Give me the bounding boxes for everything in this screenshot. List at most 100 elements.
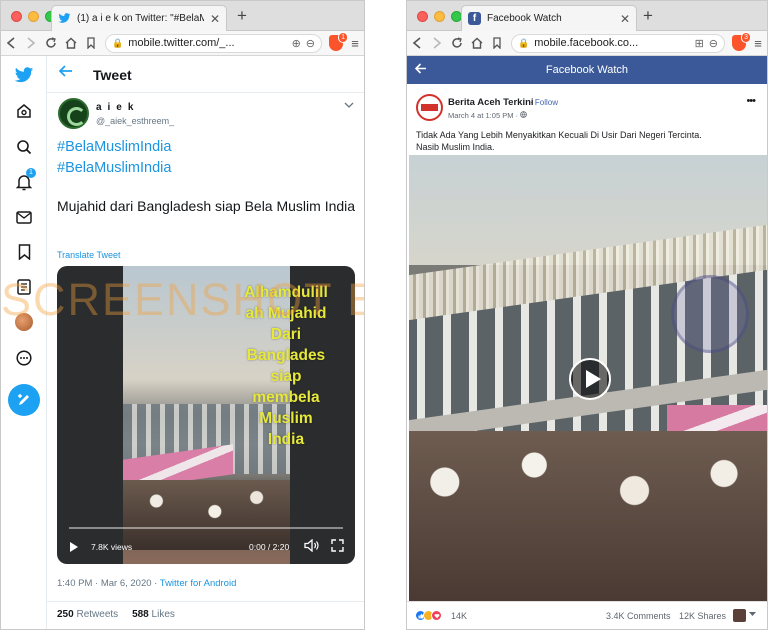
video-crowd: [409, 431, 767, 601]
browser-toolbar: 🔒 mobile.facebook.co... ⊞ ⊖ 3 ≡: [407, 31, 767, 56]
back-arrow-icon[interactable]: [58, 64, 73, 82]
tab-strip: f Facebook Watch ✕ +: [407, 1, 767, 31]
play-icon[interactable]: [69, 541, 79, 556]
tab-close-icon[interactable]: ✕: [620, 12, 630, 26]
facebook-browser-window: f Facebook Watch ✕ + 🔒 mobile.facebook.c…: [406, 0, 768, 630]
tweet-text: Mujahid dari Bangladesh siap Bela Muslim…: [57, 198, 356, 214]
zoom-icon[interactable]: ⊖: [709, 37, 718, 50]
add-bookmark-icon[interactable]: ⊕: [292, 37, 301, 50]
follow-button[interactable]: · Follow: [530, 98, 558, 107]
hashtag-link[interactable]: #BelaMuslimIndia: [57, 160, 171, 176]
translate-icon[interactable]: ⊞: [695, 37, 704, 50]
close-window-button[interactable]: [11, 11, 22, 22]
tab-close-icon[interactable]: ✕: [210, 12, 220, 26]
menu-icon[interactable]: ≡: [749, 36, 767, 51]
twitter-browser-window: (1) a i e k on Twitter: "#BelaMuslim ✕ +: [0, 0, 365, 630]
facebook-favicon-icon: f: [468, 12, 481, 25]
page-name-link[interactable]: Berita Aceh Terkini: [448, 97, 534, 108]
explore-icon[interactable]: [1, 135, 47, 159]
fullscreen-icon[interactable]: [331, 539, 344, 557]
chevron-down-icon[interactable]: [344, 100, 354, 111]
hashtag-link[interactable]: #BelaMuslimIndia: [57, 139, 171, 155]
bookmark-icon[interactable]: [487, 37, 507, 49]
notification-badge: 1: [26, 168, 36, 178]
reload-icon[interactable]: [447, 37, 467, 49]
twitter-nav-rail: 1: [1, 56, 47, 629]
home-rail-icon[interactable]: [1, 99, 47, 123]
author-handle[interactable]: @_aiek_esthreem_: [96, 116, 174, 126]
translate-tweet-link[interactable]: Translate Tweet: [57, 250, 121, 260]
likes-label[interactable]: Likes: [152, 609, 175, 620]
back-arrow-icon[interactable]: [1, 37, 21, 49]
tab-title: Facebook Watch: [487, 13, 562, 24]
address-bar[interactable]: 🔒 mobile.twitter.com/_... ⊕ ⊖: [105, 33, 322, 53]
watermark-stamp: [671, 275, 749, 353]
more-options-icon[interactable]: •••: [746, 95, 756, 107]
screenshot-stage: (1) a i e k on Twitter: "#BelaMuslim ✕ +: [0, 0, 768, 630]
home-icon[interactable]: [467, 37, 487, 49]
facebook-video-player[interactable]: [409, 155, 767, 601]
chevron-down-icon[interactable]: [749, 611, 756, 618]
address-bar[interactable]: 🔒 mobile.facebook.co... ⊞ ⊖: [511, 33, 725, 53]
bell-icon[interactable]: 1: [1, 168, 47, 194]
brave-lion-icon[interactable]: 1: [329, 32, 348, 51]
facebook-watch-header: Facebook Watch: [407, 56, 767, 84]
forward-arrow-icon[interactable]: [21, 37, 41, 49]
browser-tab-facebook[interactable]: f Facebook Watch ✕: [461, 5, 637, 31]
window-controls: [11, 11, 56, 22]
post-engagement-bar: 14K 3.4K Comments 12K Shares: [407, 601, 767, 629]
video-time: 0:00 / 2:20: [249, 542, 290, 552]
play-icon[interactable]: [569, 358, 611, 400]
screenshot-watermark: SCREENSHOT BY: [1, 274, 364, 325]
lock-icon: 🔒: [112, 37, 124, 48]
comments-count[interactable]: 3.4K Comments: [606, 611, 671, 621]
minimize-window-button[interactable]: [434, 11, 445, 22]
url-text: mobile.facebook.co...: [534, 37, 639, 49]
author-name[interactable]: a i e k: [96, 102, 135, 113]
brave-lion-icon[interactable]: 3: [732, 32, 751, 51]
browser-toolbar: 🔒 mobile.twitter.com/_... ⊕ ⊖ 1 ≡: [1, 31, 364, 56]
retweets-count[interactable]: 250: [57, 609, 74, 620]
compose-tweet-button[interactable]: [1, 383, 47, 417]
compose-icon: [8, 384, 40, 416]
new-tab-button[interactable]: +: [643, 7, 653, 25]
more-circle-icon[interactable]: [1, 346, 47, 370]
page-title: Tweet: [93, 67, 132, 83]
lock-icon: 🔒: [518, 37, 530, 48]
forward-arrow-icon[interactable]: [427, 37, 447, 49]
reload-icon[interactable]: [41, 37, 61, 49]
browser-tab-twitter[interactable]: (1) a i e k on Twitter: "#BelaMuslim ✕: [51, 5, 227, 31]
back-arrow-icon[interactable]: [407, 37, 427, 49]
post-date-text: March 4 at 1:05 PM ·: [448, 111, 521, 120]
zoom-icon[interactable]: ⊖: [306, 37, 315, 50]
new-tab-button[interactable]: +: [237, 7, 247, 25]
brave-shield-count: 1: [338, 32, 348, 43]
reaction-count[interactable]: 14K: [451, 611, 467, 621]
video-crowd: [123, 480, 290, 550]
page-title: Facebook Watch: [545, 64, 629, 76]
window-controls: [417, 11, 462, 22]
twitter-bird-icon[interactable]: [1, 63, 47, 87]
shares-count[interactable]: 12K Shares: [679, 611, 726, 621]
home-icon[interactable]: [61, 37, 81, 49]
tab-title: (1) a i e k on Twitter: "#BelaMuslim: [77, 13, 204, 24]
globe-icon: [520, 111, 527, 120]
page-avatar[interactable]: [416, 94, 443, 121]
post-date[interactable]: March 4 at 1:05 PM ·: [448, 111, 527, 120]
avatar[interactable]: [733, 609, 746, 622]
close-window-button[interactable]: [417, 11, 428, 22]
reaction-icons[interactable]: [415, 610, 442, 621]
retweets-label[interactable]: Retweets: [76, 609, 118, 620]
video-progress-bar[interactable]: [69, 527, 343, 529]
bookmarks-rail-icon[interactable]: [1, 240, 47, 264]
likes-count[interactable]: 588: [132, 609, 149, 620]
menu-icon[interactable]: ≡: [346, 36, 364, 51]
tweet-source[interactable]: Twitter for Android: [160, 578, 237, 589]
bookmark-icon[interactable]: [81, 37, 101, 49]
mail-icon[interactable]: [1, 205, 47, 229]
author-avatar[interactable]: [58, 98, 89, 129]
volume-icon[interactable]: [304, 538, 320, 557]
divider: [47, 601, 364, 602]
minimize-window-button[interactable]: [28, 11, 39, 22]
tweet-timestamp[interactable]: 1:40 PM · Mar 6, 2020 ·: [57, 578, 160, 589]
